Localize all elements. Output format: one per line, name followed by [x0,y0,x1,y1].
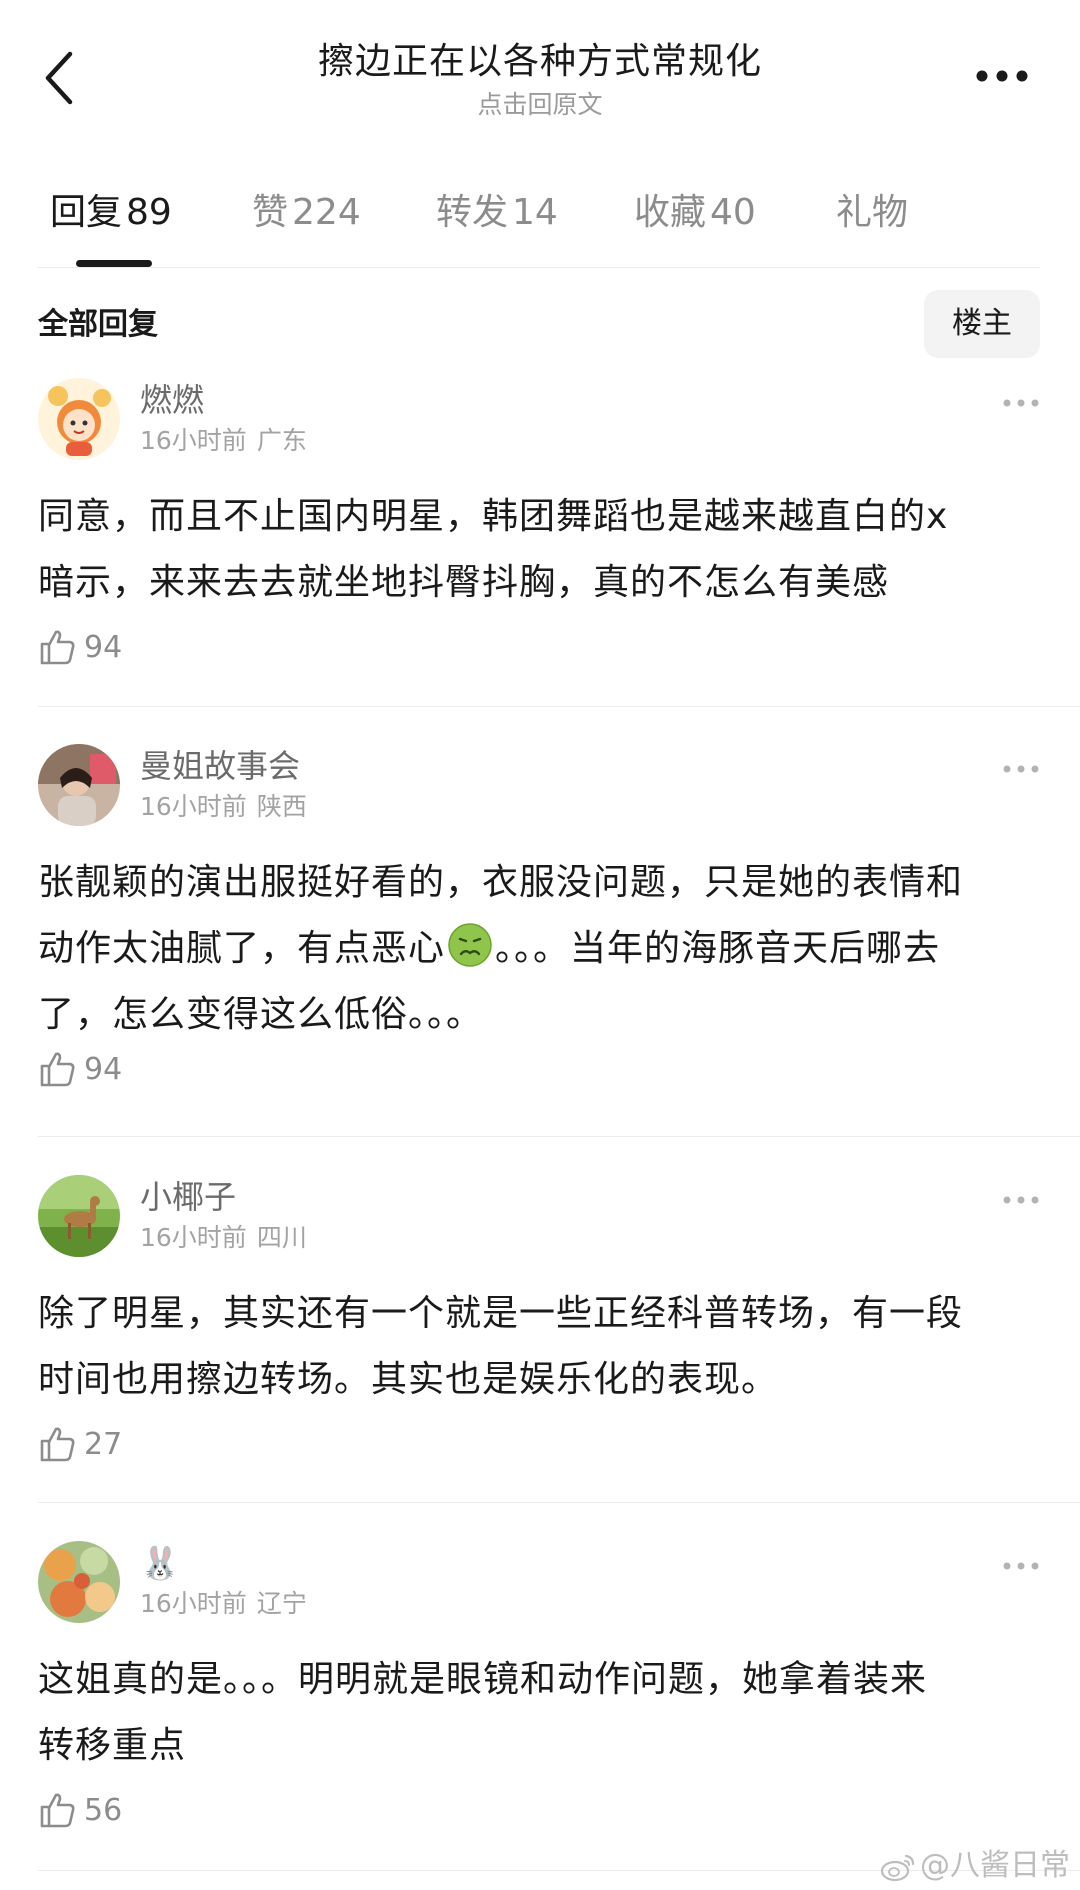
avatar[interactable] [38,744,120,826]
username[interactable]: 曼姐故事会 [140,746,300,786]
timestamp: 16小时前 [140,426,247,455]
tab-count: 14 [512,192,558,233]
location: 陕西 [256,792,307,821]
thumbs-up-icon [40,1427,75,1462]
comment-text: 张靓颖的演出服挺好看的，衣服没问题，只是她的表情和 动作太油腻了，有点恶心 。。… [38,850,1048,1048]
like-count: 27 [84,1427,123,1462]
comment-more-button[interactable] [1002,760,1040,773]
comment-more-button[interactable] [1002,394,1040,407]
comment-more-button[interactable] [1002,1557,1040,1570]
divider [38,706,1080,707]
comment-line: 时间也用擦边转场。其实也是娱乐化的表现。 [38,1359,779,1400]
comment-meta: 16小时前 辽宁 [140,1587,307,1621]
comment-line: 这姐真的是。。。明明就是眼镜和动作问题，她拿着装来 [38,1659,928,1700]
more-horizontal-icon [976,70,1028,82]
location: 四川 [256,1223,307,1252]
comment-line: 转移重点 [38,1725,187,1766]
watermark-text: @八酱日常 [920,1848,1070,1883]
comment-more-button[interactable] [1002,1191,1040,1204]
comment-meta: 16小时前 广东 [140,424,307,458]
username[interactable]: 🐰 [140,1543,180,1583]
comment-item: 小椰子 16小时前 四川 除了明星，其实还有一个就是一些正经科普转场，有一段 时间… [0,1175,1080,1495]
comment-item: 曼姐故事会 16小时前 陕西 张靓颖的演出服挺好看的，衣服没问题，只是她的表情和 … [0,744,1080,1134]
tab-likes[interactable]: 赞 224 [252,185,361,241]
weibo-logo-icon [880,1854,915,1881]
tab-label: 回复 [50,192,123,233]
tab-bar: 回复 89 赞 224 转发 14 收藏 40 礼物 [0,185,1080,270]
op-only-filter-button[interactable]: 楼主 [924,290,1040,358]
divider [38,1136,1080,1137]
tab-label: 收藏 [634,192,707,233]
thumbs-up-icon [40,1052,75,1087]
divider [38,1502,1080,1503]
comment-line: 张靓颖的演出服挺好看的，衣服没问题，只是她的表情和 [38,862,964,903]
active-tab-indicator [76,260,152,267]
nauseated-face-emoji [448,923,492,967]
tab-favorites[interactable]: 收藏 40 [634,185,756,241]
comment-line: 了，怎么变得这么低俗。。。 [38,994,484,1035]
chevron-left-icon [45,51,73,105]
thumbs-up-icon [40,630,75,665]
more-horizontal-icon [1003,1562,1039,1570]
username[interactable]: 小椰子 [140,1177,236,1217]
avatar[interactable] [38,1175,120,1257]
username[interactable]: 燃燃 [140,380,204,420]
more-horizontal-icon [1003,765,1039,773]
comment-line: 暗示，来来去去就坐地抖臀抖胸，真的不怎么有美感 [38,562,890,603]
divider [38,267,1040,268]
top-nav-bar: 擦边正在以各种方式常规化 点击回原文 [0,0,1080,130]
location: 辽宁 [256,1589,307,1618]
tab-count: 224 [292,192,361,233]
comment-item: 燃燃 16小时前 广东 同意，而且不止国内明星，韩团舞蹈也是越来越直白的x 暗示，… [0,378,1080,708]
comment-meta: 16小时前 陕西 [140,790,307,824]
tab-gifts[interactable]: 礼物 [836,185,912,241]
avatar[interactable] [38,378,120,460]
like-count: 94 [84,630,123,665]
view-original-link[interactable]: 点击回原文 [190,88,890,122]
tab-label: 礼物 [836,192,909,233]
like-count: 56 [84,1793,123,1828]
tab-count: 89 [126,192,172,233]
avatar[interactable] [38,1541,120,1623]
comment-meta: 16小时前 四川 [140,1221,307,1255]
comment-line: 除了明星，其实还有一个就是一些正经科普转场，有一段 [38,1293,964,1334]
tab-count: 40 [710,192,756,233]
tab-label: 转发 [436,192,509,233]
more-horizontal-icon [1003,1196,1039,1204]
comment-text: 同意，而且不止国内明星，韩团舞蹈也是越来越直白的x 暗示，来来去去就坐地抖臀抖胸… [38,484,1048,616]
back-button[interactable] [38,48,82,108]
more-options-button[interactable] [974,64,1030,88]
comment-item: 🐰 16小时前 辽宁 这姐真的是。。。明明就是眼镜和动作问题，她拿着装来 转移重点… [0,1541,1080,1861]
watermark: @八酱日常 [880,1840,1070,1884]
timestamp: 16小时前 [140,1223,247,1252]
like-count: 94 [84,1052,123,1087]
tab-label: 赞 [252,192,289,233]
thumbs-up-icon [40,1793,75,1828]
location: 广东 [256,426,307,455]
comment-line: 动作太油腻了，有点恶心 。。。当年的海豚音天后哪去 [38,916,1048,982]
timestamp: 16小时前 [140,1589,247,1618]
more-horizontal-icon [1003,399,1039,407]
timestamp: 16小时前 [140,792,247,821]
page-title: 擦边正在以各种方式常规化 [317,41,762,82]
tab-replies[interactable]: 回复 89 [50,185,172,241]
comment-text: 这姐真的是。。。明明就是眼镜和动作问题，她拿着装来 转移重点 [38,1647,1048,1779]
title-area: 擦边正在以各种方式常规化 点击回原文 [190,38,890,122]
comment-line: 同意，而且不止国内明星，韩团舞蹈也是越来越直白的x [38,496,949,537]
tab-reposts[interactable]: 转发 14 [436,185,558,241]
section-title: 全部回复 [38,307,158,342]
comment-text: 除了明星，其实还有一个就是一些正经科普转场，有一段 时间也用擦边转场。其实也是娱… [38,1281,1048,1413]
